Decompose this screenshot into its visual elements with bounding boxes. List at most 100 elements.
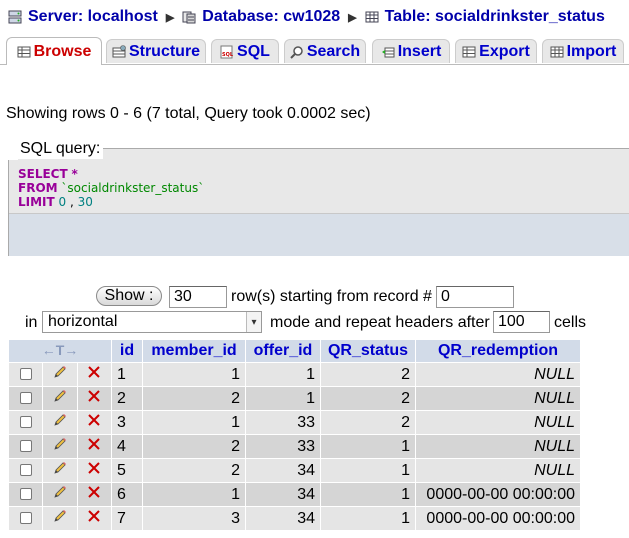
delete-x-icon [88, 486, 101, 498]
row-checkbox-cell[interactable] [9, 363, 43, 386]
delete-row-button[interactable] [77, 387, 111, 410]
delete-row-button[interactable] [77, 459, 111, 482]
sql-keyword: LIMIT [18, 195, 55, 209]
delete-row-button[interactable] [77, 363, 111, 386]
edit-row-button[interactable] [43, 435, 77, 458]
row-checkbox[interactable] [19, 512, 32, 525]
row-checkbox-cell[interactable] [9, 507, 43, 530]
breadcrumb-table[interactable]: Table: socialdrinkster_status [365, 8, 605, 26]
table-icon [365, 11, 379, 23]
show-button[interactable]: Show : [96, 286, 162, 306]
sql-query-legend: SQL query: [17, 139, 104, 159]
cell-qr-status: 2 [321, 363, 415, 386]
cell-qr-status: 2 [321, 411, 415, 434]
import-icon [550, 46, 564, 57]
repeat-headers-label: mode and repeat headers after [270, 314, 490, 331]
breadcrumb-server[interactable]: Server: localhost [8, 8, 158, 26]
repeat-headers-input[interactable] [493, 311, 550, 333]
sql-keyword: FROM [18, 181, 58, 195]
start-record-input[interactable] [436, 286, 514, 308]
cell-qr-status: 1 [321, 435, 415, 458]
database-link[interactable]: Database: cw1028 [202, 8, 340, 26]
edit-row-button[interactable] [43, 459, 77, 482]
row-checkbox-cell[interactable] [9, 459, 43, 482]
delete-row-button[interactable] [77, 435, 111, 458]
column-header-qr-redemption[interactable]: QR_redemption [416, 340, 580, 362]
structure-icon [112, 44, 126, 57]
breadcrumb-separator: ▶ [165, 11, 175, 24]
edit-row-button[interactable] [43, 483, 77, 506]
row-checkbox-cell[interactable] [9, 411, 43, 434]
row-checkbox[interactable] [19, 416, 32, 429]
row-checkbox[interactable] [19, 488, 32, 501]
edit-row-button[interactable] [43, 411, 77, 434]
cell-offer-id: 34 [246, 483, 320, 506]
table-header-row: ←T→ id member_id offer_id QR_status QR_r… [9, 340, 580, 362]
column-sort-arrows[interactable]: ←T→ [9, 340, 111, 362]
row-checkbox-cell[interactable] [9, 483, 43, 506]
tab-sql[interactable]: SQL SQL [211, 39, 279, 63]
delete-row-button[interactable] [77, 483, 111, 506]
server-link[interactable]: Server: localhost [28, 8, 158, 26]
tab-export[interactable]: Export [455, 39, 537, 63]
tab-structure-label: Structure [128, 42, 201, 60]
edit-row-button[interactable] [43, 507, 77, 530]
row-checkbox[interactable] [19, 368, 32, 381]
cell-id: 3 [112, 411, 142, 434]
rows-count-input[interactable] [169, 286, 227, 308]
row-checkbox-cell[interactable] [9, 387, 43, 410]
pencil-icon [54, 510, 66, 522]
sql-limit-count: 30 [77, 195, 93, 209]
delete-row-button[interactable] [77, 411, 111, 434]
table-link[interactable]: Table: socialdrinkster_status [385, 8, 605, 26]
cell-qr-redemption: NULL [416, 387, 580, 410]
pencil-icon [54, 486, 66, 498]
edit-row-button[interactable] [43, 387, 77, 410]
tab-search[interactable]: Search [284, 39, 366, 63]
database-icon [182, 11, 196, 24]
row-checkbox[interactable] [19, 464, 32, 477]
results-table: ←T→ id member_id offer_id QR_status QR_r… [8, 339, 581, 531]
cell-offer-id: 33 [246, 411, 320, 434]
display-mode-select[interactable]: horizontal ▾ [42, 311, 262, 333]
cell-member-id: 1 [143, 483, 245, 506]
cell-qr-status: 1 [321, 507, 415, 530]
cell-qr-redemption: 0000-00-00 00:00:00 [416, 483, 580, 506]
table-row: 7 3 34 1 0000-00-00 00:00:00 [9, 507, 580, 530]
delete-x-icon [88, 462, 101, 474]
breadcrumb-database[interactable]: Database: cw1028 [182, 8, 340, 26]
sort-arrows-icon: ←T→ [41, 342, 79, 358]
row-checkbox[interactable] [19, 392, 32, 405]
table-row: 1 1 1 2 NULL [9, 363, 580, 386]
pencil-icon [54, 438, 66, 450]
breadcrumb-separator: ▶ [348, 11, 357, 24]
tab-search-label: Search [306, 42, 361, 60]
column-header-id[interactable]: id [112, 340, 142, 362]
column-header-qr-status[interactable]: QR_status [321, 340, 415, 362]
cell-qr-status: 1 [321, 459, 415, 482]
delete-x-icon [88, 414, 101, 426]
rows-label: row(s) starting from record # [231, 288, 432, 305]
delete-row-button[interactable] [77, 507, 111, 530]
column-header-member-id[interactable]: member_id [143, 340, 245, 362]
tab-browse[interactable]: Browse [6, 37, 102, 65]
delete-x-icon [88, 438, 101, 450]
column-header-offer-id[interactable]: offer_id [246, 340, 320, 362]
tab-sql-label: SQL [237, 42, 270, 60]
row-checkbox[interactable] [19, 440, 32, 453]
cell-qr-redemption: NULL [416, 459, 580, 482]
sql-icon: SQL [220, 45, 234, 58]
tab-structure[interactable]: Structure [106, 39, 206, 63]
table-row: 3 1 33 2 NULL [9, 411, 580, 434]
tab-import-label: Import [566, 42, 617, 60]
edit-row-button[interactable] [43, 363, 77, 386]
row-checkbox-cell[interactable] [9, 435, 43, 458]
server-icon [8, 10, 22, 24]
cell-qr-status: 2 [321, 387, 415, 410]
sql-table-name: `socialdrinkster_status` [61, 181, 205, 195]
tab-import[interactable]: Import [542, 39, 624, 63]
tab-insert-label: Insert [397, 42, 442, 60]
sql-query-box: SQL query: SELECT * FROM `socialdrinkste… [8, 139, 629, 256]
tab-insert[interactable]: Insert [372, 39, 450, 63]
cell-id: 1 [112, 363, 142, 386]
